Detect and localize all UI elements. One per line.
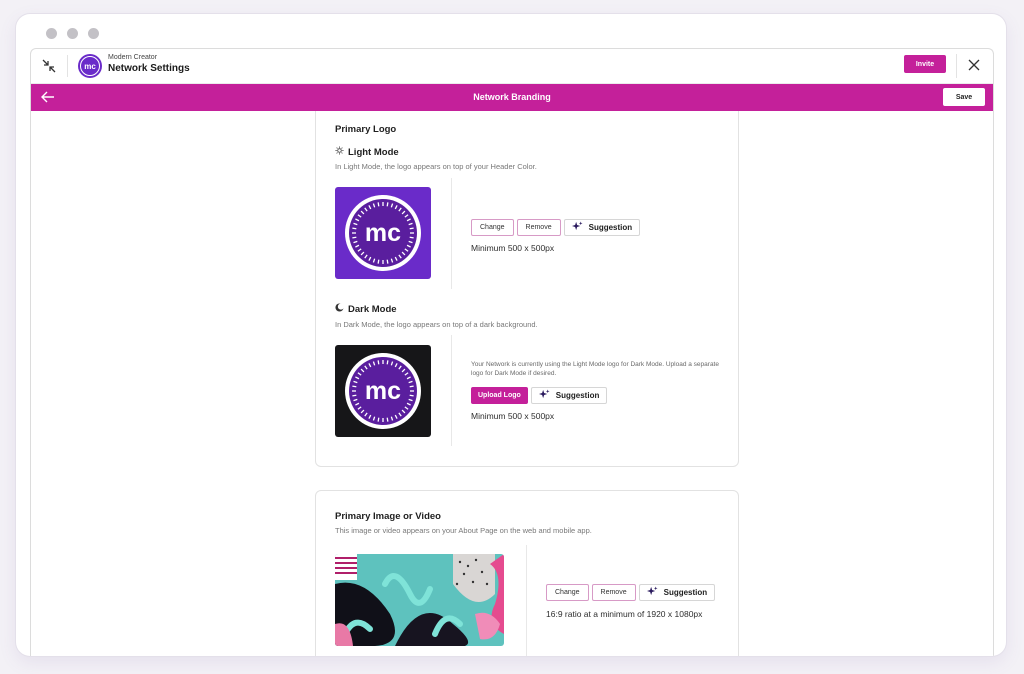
divider bbox=[956, 54, 957, 78]
suggestion-label: Suggestion bbox=[663, 588, 708, 597]
sparkle-icon bbox=[538, 389, 550, 402]
primary-media-actions: Change Remove Suggestion bbox=[546, 584, 716, 601]
logo-tick bbox=[377, 259, 380, 264]
logo-text: mc bbox=[365, 219, 401, 247]
primary-media-description: This image or video appears on your Abou… bbox=[335, 526, 592, 535]
light-mode-actions: Change Remove Suggestion bbox=[471, 219, 641, 236]
light-mode-description: In Light Mode, the logo appears on top o… bbox=[335, 162, 537, 171]
app-panel: mc Modern Creator Network Settings Invit… bbox=[30, 48, 994, 656]
logo-tick bbox=[409, 227, 414, 230]
primary-media-card: Primary Image or Video This image or vid… bbox=[315, 490, 739, 656]
avatar-text: mc bbox=[84, 62, 96, 71]
logo-tick bbox=[386, 417, 389, 422]
logo-tick bbox=[377, 360, 380, 365]
media-size-requirement: 16:9 ratio at a minimum of 1920 x 1080px bbox=[546, 609, 703, 619]
org-name: Modern Creator bbox=[108, 54, 158, 61]
save-button[interactable]: Save bbox=[943, 88, 985, 106]
remove-button[interactable]: Remove bbox=[516, 219, 561, 236]
window-dot[interactable] bbox=[46, 28, 57, 39]
light-mode-title: Light Mode bbox=[348, 146, 399, 158]
upload-logo-button[interactable]: Upload Logo bbox=[471, 387, 528, 404]
dark-mode-logo[interactable]: mc bbox=[335, 345, 431, 437]
logo-tick bbox=[386, 202, 389, 207]
logo-tick bbox=[409, 385, 414, 388]
logo-tick bbox=[352, 236, 357, 239]
divider bbox=[67, 55, 68, 77]
logo-size-requirement: Minimum 500 x 500px bbox=[471, 243, 555, 253]
browser-window: mc Modern Creator Network Settings Invit… bbox=[16, 14, 1006, 656]
section-bar: Network Branding Save bbox=[31, 84, 993, 111]
window-dot[interactable] bbox=[88, 28, 99, 39]
suggestion-label: Suggestion bbox=[588, 223, 633, 232]
divider bbox=[451, 335, 452, 446]
collapse-icon[interactable] bbox=[39, 56, 59, 76]
dark-mode-heading: Dark Mode bbox=[335, 303, 397, 315]
primary-media-heading: Primary Image or Video bbox=[335, 511, 441, 522]
logo-tick bbox=[386, 259, 389, 264]
settings-content[interactable]: Primary Logo Light Mode In Light Mode, t… bbox=[31, 111, 993, 656]
sun-icon bbox=[335, 146, 344, 158]
divider bbox=[526, 545, 527, 656]
logo-tick bbox=[409, 394, 414, 397]
logo-tick bbox=[409, 236, 414, 239]
suggestion-button[interactable]: Suggestion bbox=[638, 584, 716, 601]
invite-button[interactable]: Invite bbox=[904, 55, 946, 73]
primary-media-preview[interactable] bbox=[335, 554, 504, 646]
change-button[interactable]: Change bbox=[471, 219, 514, 236]
dark-mode-description: In Dark Mode, the logo appears on top of… bbox=[335, 320, 538, 329]
logo-size-requirement: Minimum 500 x 500px bbox=[471, 411, 555, 421]
suggestion-label: Suggestion bbox=[555, 391, 600, 400]
logo-tick bbox=[352, 394, 357, 397]
page-title: Network Settings bbox=[108, 63, 190, 74]
light-mode-heading: Light Mode bbox=[335, 146, 399, 158]
window-controls bbox=[46, 28, 99, 39]
logo-tick bbox=[352, 385, 357, 388]
avatar: mc bbox=[78, 54, 102, 78]
sparkle-icon bbox=[571, 221, 583, 234]
logo-tick bbox=[377, 417, 380, 422]
light-mode-logo[interactable]: mc bbox=[335, 187, 431, 279]
close-icon[interactable] bbox=[967, 58, 981, 72]
primary-logo-heading: Primary Logo bbox=[335, 124, 397, 135]
dark-mode-note: Your Network is currently using the Ligh… bbox=[471, 361, 719, 377]
change-button[interactable]: Change bbox=[546, 584, 589, 601]
suggestion-button[interactable]: Suggestion bbox=[563, 219, 641, 236]
moon-icon bbox=[335, 303, 344, 315]
section-title: Network Branding bbox=[473, 92, 551, 102]
logo-text: mc bbox=[365, 377, 401, 405]
primary-logo-card: Primary Logo Light Mode In Light Mode, t… bbox=[315, 111, 739, 467]
window-dot[interactable] bbox=[67, 28, 78, 39]
logo-tick bbox=[377, 202, 380, 207]
remove-button[interactable]: Remove bbox=[591, 584, 636, 601]
top-bar: mc Modern Creator Network Settings Invit… bbox=[31, 49, 993, 84]
suggestion-button[interactable]: Suggestion bbox=[530, 387, 608, 404]
sparkle-icon bbox=[646, 586, 658, 599]
divider bbox=[451, 178, 452, 289]
logo-tick bbox=[352, 227, 357, 230]
dark-mode-actions: Upload Logo Suggestion bbox=[471, 387, 608, 404]
dark-mode-title: Dark Mode bbox=[348, 303, 397, 315]
logo-tick bbox=[386, 360, 389, 365]
